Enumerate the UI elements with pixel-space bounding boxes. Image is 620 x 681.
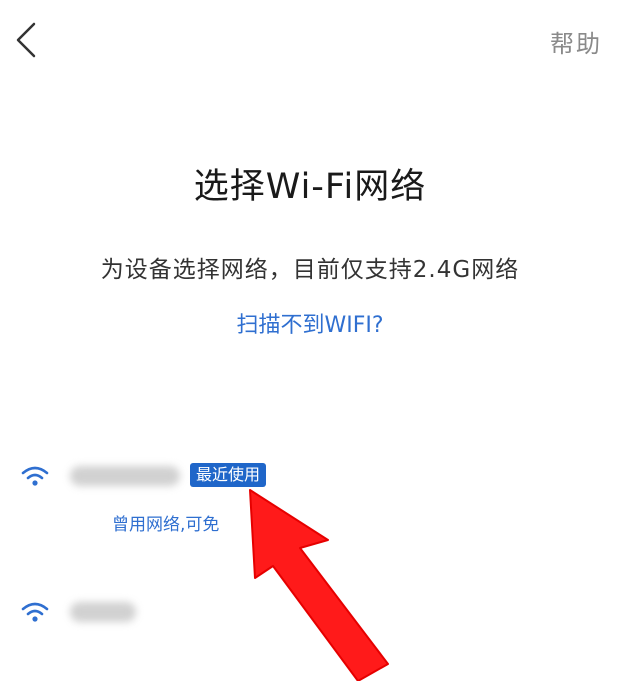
network-item-recent[interactable]: 最近使用 曾用网络,可免 — [0, 463, 620, 546]
chevron-left-icon — [16, 22, 36, 58]
annotation-arrow — [249, 489, 389, 681]
help-link[interactable]: 帮助 — [550, 24, 602, 59]
page-title: 选择Wi-Fi网络 — [193, 167, 427, 207]
network-ssid-redacted — [70, 466, 180, 486]
recent-badge: 最近使用 — [190, 463, 267, 487]
network-item[interactable] — [0, 600, 620, 640]
back-button[interactable] — [10, 18, 50, 62]
wifi-icon — [21, 602, 49, 622]
page-subtitle: 为设备选择网络，目前仅支持2.4G网络 — [100, 257, 520, 283]
wifi-icon — [21, 466, 49, 486]
network-ssid-redacted — [70, 602, 136, 622]
network-hint: 曾用网络,可免 — [112, 515, 220, 535]
scan-help-link[interactable]: 扫描不到WIFI? — [0, 307, 620, 339]
